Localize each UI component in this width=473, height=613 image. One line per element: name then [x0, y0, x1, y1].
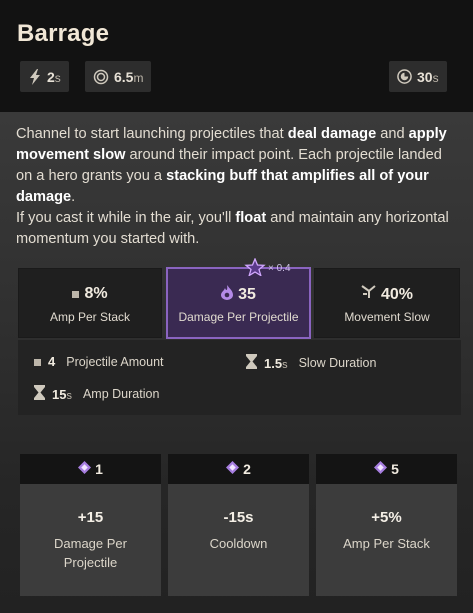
channel-unit: s	[54, 70, 61, 85]
amp-duration-unit: s	[66, 389, 72, 402]
upgrade-tier-header: 2	[168, 454, 309, 484]
cooldown-icon	[397, 69, 412, 84]
amp-duration-value: 15	[52, 386, 67, 402]
square-icon	[34, 355, 41, 369]
desc-text: and	[376, 126, 409, 142]
upgrade-label: Cooldown	[209, 536, 268, 551]
upgrade-tier-2[interactable]: 2 -15s Cooldown	[168, 454, 309, 596]
projectile-amount-value: 4	[48, 354, 56, 369]
ability-description: Channel to start launching projectiles t…	[16, 124, 461, 250]
cooldown-chip: 30s	[389, 61, 447, 92]
upgrade-tier-number: 5	[391, 461, 399, 477]
ability-point-icon	[226, 461, 240, 477]
upgrade-tier-header: 1	[20, 454, 161, 484]
stat-label: Amp Per Stack	[49, 310, 131, 324]
upgrade-label: Amp Per Stack	[343, 536, 430, 551]
cooldown-value: 30	[417, 68, 433, 85]
stat-label: Movement Slow	[344, 310, 430, 324]
extra-stats-panel: 4 Projectile Amount 1.5s Slow Duration 1…	[18, 340, 461, 415]
cooldown-unit: s	[432, 70, 439, 85]
upgrade-tier-5[interactable]: 5 +5% Amp Per Stack	[316, 454, 457, 596]
desc-keyword: float	[235, 210, 267, 226]
amp-duration-row: 15s Amp Duration	[34, 385, 159, 403]
stat-value: 40%	[380, 285, 414, 303]
desc-text: Channel to start launching projectiles t…	[16, 126, 288, 142]
upgrade-tier-header: 5	[316, 454, 457, 484]
projectile-amount-label: Projectile Amount	[66, 354, 164, 369]
upgrade-label: Damage Per Projectile	[54, 536, 127, 570]
stat-label: Damage Per Projectile	[178, 310, 299, 324]
radius-unit: m	[133, 70, 144, 85]
radius-chip: 6.5m	[85, 61, 152, 92]
stat-movement-slow: 40% Movement Slow	[314, 268, 460, 338]
stat-value: 35	[238, 286, 256, 303]
slow-duration-value: 1.5	[264, 355, 283, 371]
ability-point-icon	[78, 461, 92, 477]
ability-card: Barrage 2s 6.5m 30s Channel to start lau…	[0, 0, 473, 613]
upgrade-value: -15s	[223, 509, 254, 526]
channel-value: 2	[47, 68, 55, 85]
ability-header: Barrage 2s 6.5m 30s	[0, 0, 473, 112]
desc-keyword: deal damage	[287, 126, 377, 142]
upgrade-tier-number: 2	[243, 461, 251, 477]
spirit-flame-icon	[221, 285, 234, 305]
stat-amp-per-stack: 8% Amp Per Stack	[18, 268, 162, 338]
spirit-star-icon	[244, 257, 266, 279]
projectile-amount-row: 4 Projectile Amount	[34, 354, 164, 369]
ability-point-icon	[374, 461, 388, 477]
spirit-scaling-badge: × 0.4	[244, 257, 291, 279]
hourglass-icon	[34, 385, 45, 403]
upgrade-value: +15	[77, 509, 104, 526]
stat-value: 8%	[84, 285, 108, 302]
desc-text: If you cast it while in the air, you'll	[16, 210, 236, 226]
upgrade-tier-1[interactable]: 1 +15 Damage Per Projectile	[20, 454, 161, 596]
desc-text: .	[71, 189, 76, 205]
radius-icon	[93, 69, 109, 85]
channel-duration-chip: 2s	[20, 61, 69, 92]
slow-duration-row: 1.5s Slow Duration	[246, 354, 376, 372]
slow-duration-unit: s	[282, 358, 288, 371]
upgrade-value: +5%	[371, 509, 402, 526]
square-icon	[72, 285, 80, 303]
amp-duration-label: Amp Duration	[82, 387, 160, 401]
lightning-icon	[28, 68, 42, 85]
upgrade-tier-number: 1	[95, 461, 103, 477]
slow-duration-label: Slow Duration	[298, 356, 377, 370]
ability-title: Barrage	[17, 20, 110, 47]
radius-value: 6.5	[114, 68, 134, 85]
slow-icon	[361, 285, 376, 304]
hourglass-icon	[246, 354, 257, 372]
spirit-multiplier: × 0.4	[268, 263, 291, 274]
ability-body: Channel to start launching projectiles t…	[0, 112, 473, 613]
